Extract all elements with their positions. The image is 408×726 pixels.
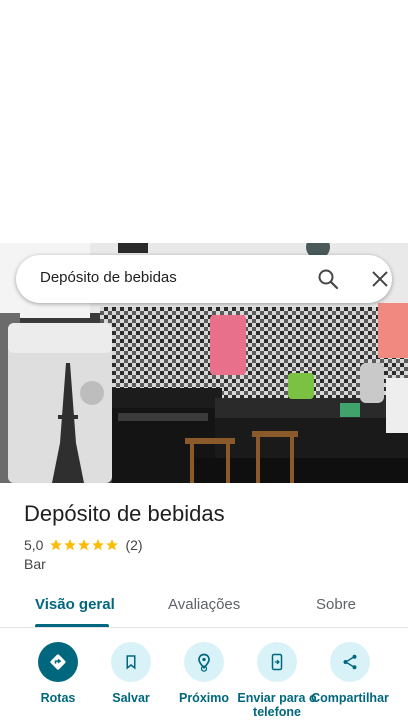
star-icon (78, 539, 91, 551)
tab-bar: Visão geral Avaliações Sobre (0, 585, 408, 628)
directions-button[interactable]: Rotas (18, 642, 98, 705)
place-title: Depósito de bebidas (24, 501, 225, 526)
nearby-label: Próximo (178, 691, 229, 705)
send-to-phone-label: Enviar para o telefone (237, 691, 317, 719)
star-icon (106, 539, 119, 551)
search-icon[interactable] (316, 267, 340, 291)
send-to-phone-icon (257, 642, 297, 682)
nearby-icon (184, 642, 224, 682)
directions-label: Rotas (40, 691, 76, 705)
blank-area (0, 0, 408, 243)
search-bar[interactable]: Depósito de bebidas (16, 255, 392, 303)
star-icon (64, 539, 77, 551)
nearby-button[interactable]: Próximo (164, 642, 244, 705)
share-label: Compartilhar (311, 691, 389, 705)
rating-stars (49, 538, 119, 552)
share-icon (330, 642, 370, 682)
rating-row[interactable]: 5,0 (2) (24, 536, 143, 554)
tab-reviews[interactable]: Avaliações (168, 596, 240, 613)
tab-about[interactable]: Sobre (316, 596, 356, 613)
place-category: Bar (24, 556, 46, 572)
save-label: Salvar (112, 691, 150, 705)
share-button[interactable]: Compartilhar (310, 642, 390, 705)
close-icon[interactable] (368, 267, 392, 291)
star-icon (92, 539, 105, 551)
send-to-phone-button[interactable]: Enviar para o telefone (237, 642, 317, 719)
star-icon (50, 539, 63, 551)
search-input[interactable]: Depósito de bebidas (40, 269, 177, 286)
active-tab-indicator (35, 624, 109, 627)
bookmark-icon (111, 642, 151, 682)
action-bar: Rotas Salvar Próximo Enviar para o telef… (0, 640, 408, 726)
tab-overview[interactable]: Visão geral (35, 596, 115, 613)
save-button[interactable]: Salvar (91, 642, 171, 705)
directions-icon (38, 642, 78, 682)
rating-value: 5,0 (24, 537, 44, 553)
review-count[interactable]: (2) (125, 537, 142, 553)
